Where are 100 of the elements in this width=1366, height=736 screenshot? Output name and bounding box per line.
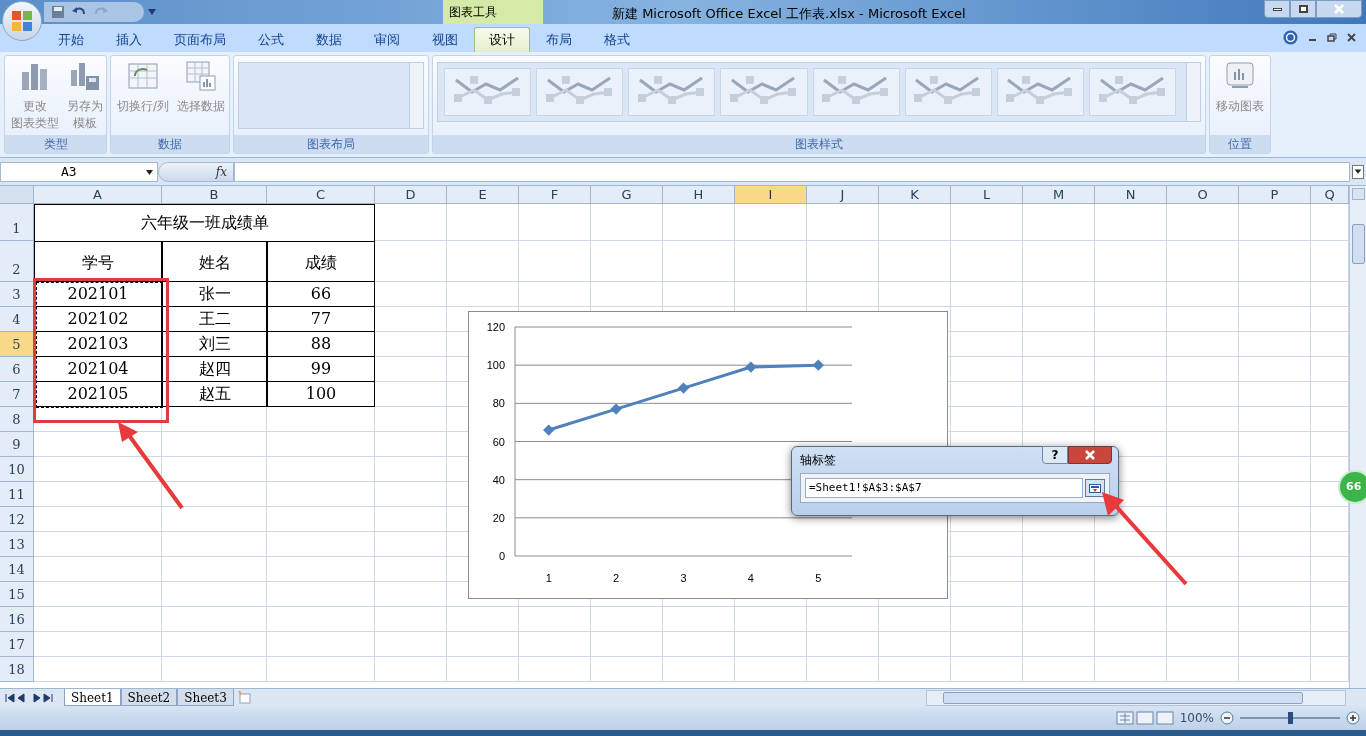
grid-cell (1023, 532, 1095, 557)
grid-cell (879, 657, 951, 682)
chart-style-thumbnail[interactable] (444, 68, 532, 116)
grid-cell (1167, 357, 1239, 382)
column-header[interactable]: D (375, 186, 447, 204)
table-cell: 202102 (34, 307, 162, 332)
row-header[interactable]: 18 (0, 657, 34, 682)
range-input[interactable]: =Sheet1!$A$3:$A$7 (805, 478, 1083, 498)
row-header[interactable]: 16 (0, 607, 34, 632)
office-button[interactable] (2, 1, 42, 41)
ribbon-tab[interactable]: 审阅 (358, 27, 416, 52)
chart-style-thumbnail[interactable] (628, 68, 716, 116)
grid-cell (951, 241, 1023, 282)
name-box[interactable]: A3 (0, 162, 158, 182)
data-point (745, 361, 757, 373)
restore-icon[interactable] (1327, 33, 1337, 42)
ribbon-tab[interactable]: 开始 (42, 27, 100, 52)
ribbon-tab[interactable]: 格式 (588, 27, 646, 52)
column-header[interactable]: H (663, 186, 735, 204)
chart-style-thumbnail[interactable] (904, 68, 992, 116)
column-header[interactable]: L (951, 186, 1023, 204)
zoom-out-icon[interactable] (1220, 711, 1234, 725)
table-cell: 202103 (34, 332, 162, 357)
gallery-scrollbar[interactable] (1186, 63, 1200, 121)
chart-style-thumbnail[interactable] (536, 68, 624, 116)
row-header[interactable]: 7 (0, 382, 34, 407)
expand-icon[interactable] (1352, 165, 1364, 179)
minimize-button[interactable] (1264, 0, 1290, 18)
zoom-level[interactable]: 100% (1179, 709, 1214, 727)
collapse-dialog-button[interactable] (1085, 479, 1105, 497)
view-buttons-icon[interactable] (1115, 711, 1174, 725)
column-header[interactable]: N (1095, 186, 1167, 204)
layout-gallery[interactable] (238, 62, 424, 129)
gallery-scrollbar[interactable] (409, 63, 423, 128)
chart-style-thumbnail[interactable] (1089, 68, 1177, 116)
column-header[interactable]: M (1023, 186, 1095, 204)
formula-input[interactable] (234, 162, 1350, 182)
chart-style-thumbnail[interactable] (720, 68, 808, 116)
row-header[interactable]: 2 (0, 241, 34, 282)
scroll-thumb[interactable] (943, 691, 1303, 704)
column-header[interactable]: Q (1311, 186, 1349, 204)
column-header[interactable]: I (735, 186, 807, 204)
insert-sheet-icon[interactable] (235, 691, 254, 704)
row-header[interactable]: 12 (0, 507, 34, 532)
close-button[interactable] (1068, 446, 1112, 464)
ribbon-tab[interactable]: 视图 (416, 27, 474, 52)
column-header[interactable]: C (267, 186, 375, 204)
data-point (543, 424, 555, 436)
help-icon[interactable] (1283, 30, 1298, 45)
row-header[interactable]: 11 (0, 482, 34, 507)
column-header[interactable]: O (1167, 186, 1239, 204)
chart-style-thumbnail[interactable] (812, 68, 900, 116)
grid-cell (1167, 532, 1239, 557)
row-header[interactable]: 6 (0, 357, 34, 382)
column-header[interactable]: F (519, 186, 591, 204)
sheet-tab[interactable]: Sheet1 (64, 689, 121, 706)
row-header[interactable]: 4 (0, 307, 34, 332)
row-header[interactable]: 14 (0, 557, 34, 582)
sheet-tab[interactable]: Sheet2 (120, 689, 178, 706)
row-header[interactable]: 3 (0, 282, 34, 307)
horizontal-scrollbar[interactable] (926, 689, 1346, 706)
row-header[interactable]: 8 (0, 407, 34, 432)
column-header[interactable]: A (34, 186, 162, 204)
ribbon-tab[interactable]: 页面布局 (158, 27, 242, 52)
slider-thumb[interactable] (1288, 712, 1293, 724)
close-icon[interactable] (1347, 33, 1356, 42)
style-gallery[interactable] (437, 62, 1201, 122)
ribbon-tab[interactable]: 布局 (530, 27, 588, 52)
column-header[interactable]: J (807, 186, 879, 204)
select-all-corner[interactable] (0, 186, 34, 204)
column-header[interactable]: B (162, 186, 267, 204)
chart-style-thumbnail[interactable] (996, 68, 1084, 116)
column-header[interactable]: P (1239, 186, 1311, 204)
column-header[interactable]: E (447, 186, 519, 204)
grid-cell (1239, 482, 1311, 507)
insert-function-button[interactable]: fx (215, 163, 227, 181)
table-cell: 成绩 (267, 241, 375, 282)
row-header[interactable]: 15 (0, 582, 34, 607)
grid-cell (375, 282, 447, 307)
row-header[interactable]: 13 (0, 532, 34, 557)
column-header[interactable]: G (591, 186, 663, 204)
scroll-thumb[interactable] (1351, 224, 1365, 264)
ribbon-tab[interactable]: 设计 (474, 27, 530, 52)
row-header[interactable]: 17 (0, 632, 34, 657)
restore-button[interactable] (1290, 0, 1316, 18)
column-header[interactable]: K (879, 186, 951, 204)
help-button[interactable]: ? (1042, 446, 1068, 464)
row-header[interactable]: 10 (0, 457, 34, 482)
ribbon-tab[interactable]: 公式 (242, 27, 300, 52)
row-header[interactable]: 5 (0, 332, 34, 357)
customize-dropdown-icon[interactable] (148, 9, 156, 15)
ribbon-tab[interactable]: 插入 (100, 27, 158, 52)
save-icon[interactable] (52, 6, 64, 18)
zoom-slider[interactable] (1240, 712, 1340, 724)
scroll-up-button[interactable] (1351, 188, 1365, 200)
row-header[interactable]: 1 (0, 204, 34, 241)
ribbon-tab[interactable]: 数据 (300, 27, 358, 52)
row-header[interactable]: 9 (0, 432, 34, 457)
sheet-tab[interactable]: Sheet3 (177, 689, 234, 706)
zoom-in-icon[interactable] (1346, 711, 1360, 725)
